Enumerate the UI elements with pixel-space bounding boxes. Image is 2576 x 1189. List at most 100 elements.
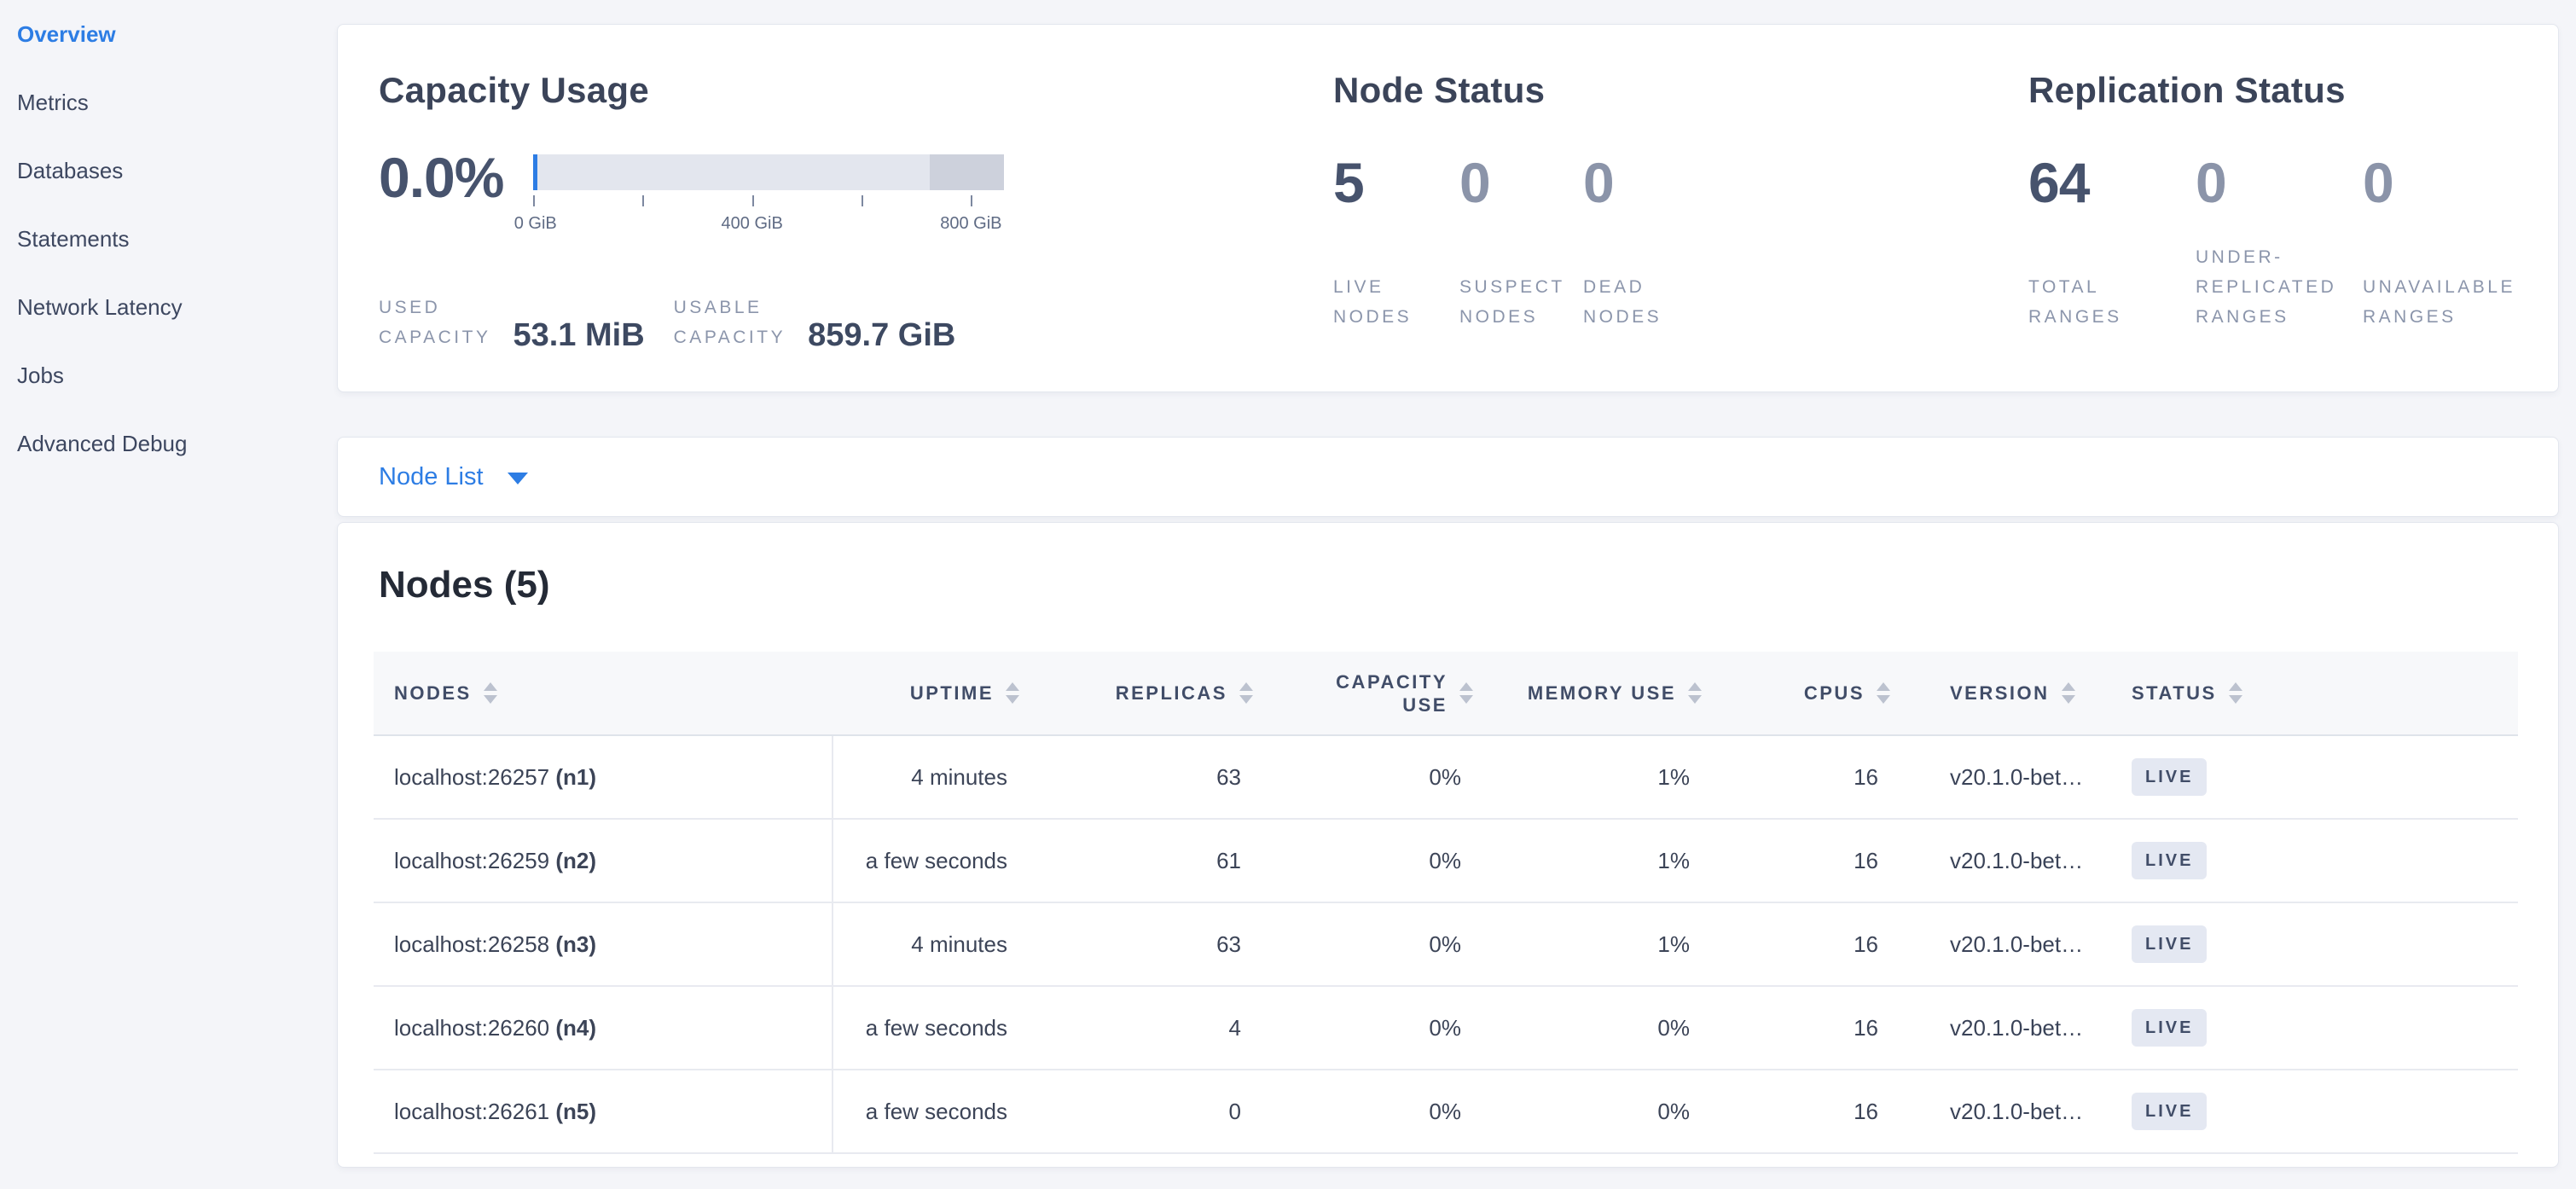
- capacity-use-cell: 0%: [1265, 1070, 1485, 1153]
- tick-label: 800 GiB: [940, 214, 1001, 234]
- used-capacity-label: USED CAPACITY: [379, 293, 490, 352]
- node-status-title: Node Status: [1333, 71, 2028, 110]
- replication-values: 64 0 0: [2028, 154, 2524, 211]
- tick-mark: [862, 195, 863, 206]
- unavailable-ranges-count: 0: [2363, 151, 2393, 214]
- main-content: Capacity Usage 0.0%: [337, 0, 2576, 1189]
- usable-capacity-label: USABLE CAPACITY: [674, 293, 786, 352]
- status-badge: LIVE: [2132, 1093, 2207, 1130]
- replication-status-panel: Replication Status 64 0 0 TOTAL RANGES U…: [2028, 71, 2524, 392]
- nodes-table-wrap: NODES UPTIME REPLICAS: [374, 652, 2518, 1154]
- dead-nodes-label: DEAD NODES: [1583, 272, 1662, 332]
- capacity-gauge-tick-labels: 0 GiB 400 GiB 800 GiB: [533, 214, 1004, 236]
- tick-mark: [533, 195, 535, 206]
- capacity-gauge: 0 GiB 400 GiB 800 GiB: [533, 154, 1004, 236]
- sidebar-item-network-latency[interactable]: Network Latency: [17, 273, 337, 341]
- used-capacity-label-line1: USED: [379, 293, 490, 322]
- node-address-link[interactable]: localhost:26260 (n4): [394, 1015, 596, 1041]
- nodes-table-card: Nodes (5) NODES: [337, 522, 2559, 1168]
- tick-label: 400 GiB: [722, 214, 783, 234]
- sort-icon: [1877, 682, 1890, 704]
- cpus-cell: 16: [1714, 986, 1902, 1070]
- table-row: localhost:26260 (n4) a few seconds 4 0% …: [374, 986, 2518, 1070]
- sidebar-item-databases[interactable]: Databases: [17, 136, 337, 205]
- node-status-labels: LIVE NODES SUSPECT NODES DEAD NODES: [1333, 238, 2028, 332]
- used-capacity-value: 53.1 MiB: [513, 319, 644, 351]
- column-header-cpus[interactable]: CPUS: [1714, 652, 1902, 735]
- column-header-uptime[interactable]: UPTIME: [833, 652, 1031, 735]
- under-replicated-ranges-count: 0: [2196, 151, 2226, 214]
- node-address-link[interactable]: localhost:26257 (n1): [394, 764, 596, 790]
- dead-nodes-count: 0: [1583, 151, 1614, 214]
- sidebar-item-statements[interactable]: Statements: [17, 205, 337, 273]
- capacity-used-percent: 0.0%: [379, 151, 533, 204]
- tick-label: 0 GiB: [514, 214, 557, 234]
- nodes-count-title: Nodes (5): [379, 564, 2558, 606]
- replicas-cell: 0: [1031, 1070, 1265, 1153]
- sort-icon: [1459, 682, 1473, 704]
- sidebar-item-metrics[interactable]: Metrics: [17, 68, 337, 136]
- capacity-gauge-reserved-segment: [930, 154, 1004, 190]
- nodes-table: NODES UPTIME REPLICAS: [374, 652, 2518, 1154]
- tick-mark: [642, 195, 644, 206]
- sidebar-item-overview[interactable]: Overview: [17, 0, 337, 68]
- column-header-replicas[interactable]: REPLICAS: [1031, 652, 1265, 735]
- column-header-memory-use[interactable]: MEMORY USE: [1485, 652, 1714, 735]
- suspect-nodes-label: SUSPECT NODES: [1459, 272, 1583, 332]
- capacity-gauge-axis: [533, 195, 1004, 206]
- suspect-nodes-count: 0: [1459, 151, 1490, 214]
- sort-icon: [1006, 682, 1019, 704]
- status-badge: LIVE: [2132, 1009, 2207, 1047]
- table-row: localhost:26257 (n1) 4 minutes 63 0% 1% …: [374, 735, 2518, 819]
- table-header-row: NODES UPTIME REPLICAS: [374, 652, 2518, 735]
- table-row: localhost:26261 (n5) a few seconds 0 0% …: [374, 1070, 2518, 1153]
- sidebar-item-advanced-debug[interactable]: Advanced Debug: [17, 409, 337, 478]
- uptime-cell: 4 minutes: [833, 735, 1031, 819]
- memory-use-cell: 1%: [1485, 819, 1714, 902]
- uptime-cell: a few seconds: [833, 819, 1031, 902]
- node-address-link[interactable]: localhost:26261 (n5): [394, 1099, 596, 1124]
- version-cell: v20.1.0-bet…: [1902, 735, 2104, 819]
- version-cell: v20.1.0-bet…: [1902, 1070, 2104, 1153]
- usable-capacity-value: 859.7 GiB: [808, 319, 955, 351]
- capacity-usage-title: Capacity Usage: [379, 71, 1333, 110]
- uptime-cell: a few seconds: [833, 986, 1031, 1070]
- replicas-cell: 4: [1031, 986, 1265, 1070]
- cpus-cell: 16: [1714, 819, 1902, 902]
- sidebar: Overview Metrics Databases Statements Ne…: [0, 0, 337, 1189]
- replication-status-title: Replication Status: [2028, 71, 2524, 110]
- cpus-cell: 16: [1714, 1070, 1902, 1153]
- tick-mark: [752, 195, 754, 206]
- memory-use-cell: 1%: [1485, 735, 1714, 819]
- unavailable-ranges-label: UNAVAILABLE RANGES: [2363, 272, 2515, 332]
- cpus-cell: 16: [1714, 902, 1902, 986]
- uptime-cell: 4 minutes: [833, 902, 1031, 986]
- capacity-use-cell: 0%: [1265, 902, 1485, 986]
- column-header-version[interactable]: VERSION: [1902, 652, 2104, 735]
- version-cell: v20.1.0-bet…: [1902, 986, 2104, 1070]
- table-row: localhost:26258 (n3) 4 minutes 63 0% 1% …: [374, 902, 2518, 986]
- table-row: localhost:26259 (n2) a few seconds 61 0%…: [374, 819, 2518, 902]
- replicas-cell: 63: [1031, 902, 1265, 986]
- memory-use-cell: 1%: [1485, 902, 1714, 986]
- column-header-capacity-use[interactable]: CAPACITY USE: [1265, 652, 1485, 735]
- uptime-cell: a few seconds: [833, 1070, 1031, 1153]
- sidebar-item-jobs[interactable]: Jobs: [17, 341, 337, 409]
- live-nodes-count: 5: [1333, 151, 1364, 214]
- usable-capacity-label-line1: USABLE: [674, 293, 786, 322]
- capacity-gauge-bar: [533, 154, 1004, 190]
- node-list-dropdown-label: Node List: [379, 463, 484, 491]
- chevron-down-icon: [508, 473, 528, 484]
- node-status-values: 5 0 0: [1333, 154, 2028, 211]
- node-address-link[interactable]: localhost:26258 (n3): [394, 931, 596, 957]
- column-header-status[interactable]: STATUS: [2104, 652, 2518, 735]
- node-list-dropdown[interactable]: Node List: [379, 463, 528, 491]
- under-replicated-ranges-label: UNDER- REPLICATED RANGES: [2196, 242, 2363, 332]
- replicas-cell: 63: [1031, 735, 1265, 819]
- sort-icon: [1239, 682, 1253, 704]
- used-capacity-label-line2: CAPACITY: [379, 322, 490, 352]
- replication-labels: TOTAL RANGES UNDER- REPLICATED RANGES UN…: [2028, 238, 2524, 332]
- column-header-nodes[interactable]: NODES: [374, 652, 833, 735]
- usable-capacity-label-line2: CAPACITY: [674, 322, 786, 352]
- node-address-link[interactable]: localhost:26259 (n2): [394, 848, 596, 873]
